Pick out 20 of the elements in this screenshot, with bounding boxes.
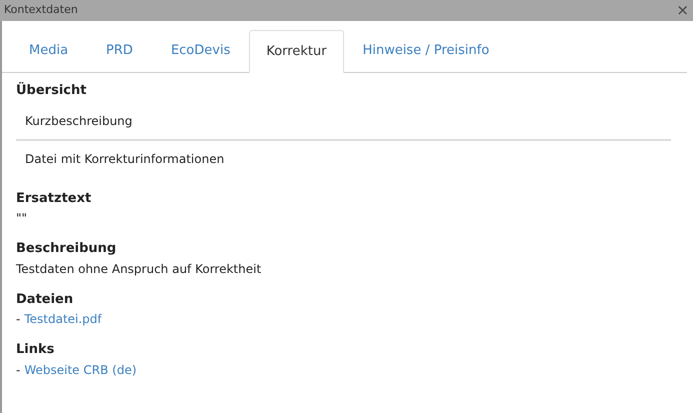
tab[interactable]: Media: [10, 29, 88, 72]
section-heading: Übersicht: [16, 81, 88, 100]
tab[interactable]: EcoDevis: [152, 29, 250, 72]
section-heading: Links: [16, 341, 56, 359]
bullet: -: [16, 311, 20, 328]
section-heading: Ersatztext: [16, 190, 92, 208]
tab[interactable]: Korrektur: [249, 30, 344, 73]
bullet: -: [16, 362, 20, 378]
section-text: Testdaten ohne Anspruch auf Korrektheit: [16, 260, 262, 278]
file-link[interactable]: Testdatei.pdf: [24, 310, 102, 328]
tab[interactable]: PRD: [87, 29, 152, 72]
section-heading: Beschreibung: [16, 240, 118, 258]
close-button[interactable]: ×: [676, 3, 689, 18]
table-row: Kurzbeschreibung: [16, 102, 671, 140]
tab[interactable]: Hinweise / Preisinfo: [344, 29, 508, 72]
section-text: "": [16, 210, 28, 227]
section-heading: Dateien: [16, 290, 74, 308]
table-row-text: Datei mit Korrekturinformationen: [24, 150, 226, 168]
file-link[interactable]: Webseite CRB (de): [24, 360, 137, 378]
window-title: Kontextdaten: [4, 2, 78, 18]
